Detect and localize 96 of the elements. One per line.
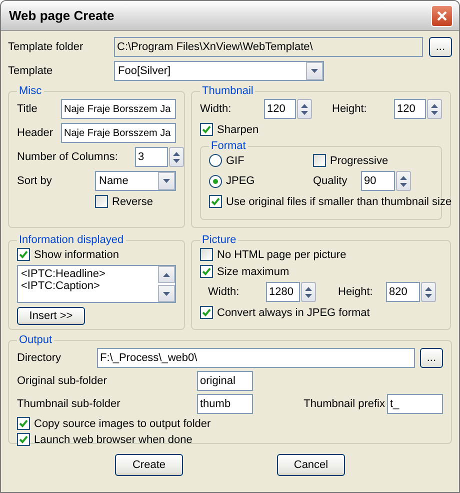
group-title: Information displayed: [18, 234, 125, 246]
down-arrow-icon: [431, 110, 438, 114]
list-item[interactable]: <IPTC:Caption>: [21, 280, 106, 292]
checkbox-label: Use original files if smaller than thumbnail size: [226, 196, 452, 208]
input-field[interactable]: F:\_Process\_web0\: [97, 348, 415, 368]
spin-button[interactable]: [396, 171, 411, 191]
field-label: Header: [17, 127, 54, 139]
dropdown-button[interactable]: [306, 62, 323, 80]
field-label: Sort by: [17, 175, 53, 187]
checkbox[interactable]: [17, 248, 30, 261]
down-arrow-icon: [425, 294, 432, 298]
field-label: Title: [17, 103, 38, 115]
field-label: Width:: [208, 286, 240, 298]
list-item[interactable]: <IPTC:Headline>: [21, 268, 106, 280]
group-title: Misc: [18, 85, 43, 97]
up-arrow-icon: [301, 104, 308, 108]
input-field[interactable]: t_: [387, 394, 443, 414]
checkbox-label: No HTML page per picture: [217, 248, 346, 260]
input-field[interactable]: 820: [386, 282, 420, 302]
close-button[interactable]: [431, 4, 453, 26]
input-field[interactable]: Naje Fraje Borsszem Ja: [61, 123, 176, 143]
input-field[interactable]: 3: [135, 147, 168, 167]
down-arrow-icon: [400, 182, 407, 186]
up-arrow-icon: [425, 286, 432, 290]
create-button[interactable]: Create: [115, 454, 183, 476]
group-title: Thumbnail: [201, 85, 254, 97]
sort-dropdown[interactable]: Name: [95, 171, 176, 191]
field-label: Height:: [338, 286, 374, 298]
spin-button[interactable]: [169, 147, 184, 167]
field-label: Thumbnail prefix: [304, 398, 385, 410]
cancel-button[interactable]: Cancel: [277, 454, 345, 476]
field-label: Template: [8, 65, 54, 77]
checkbox[interactable]: [17, 433, 30, 446]
window-title: Web page Create: [9, 8, 114, 23]
input-field[interactable]: thumb: [197, 394, 253, 414]
browse-button[interactable]: ...: [420, 348, 443, 368]
checkbox-label: Show information: [34, 248, 119, 260]
down-arrow-icon: [305, 294, 312, 298]
field-label: Directory: [17, 352, 62, 364]
down-arrow-icon: [173, 158, 180, 162]
checkbox-label: Sharpen: [217, 124, 259, 136]
input-field[interactable]: 90: [361, 171, 395, 191]
group-title: Picture: [201, 234, 238, 246]
checkbox-label: Copy source images to output folder: [34, 418, 211, 430]
checkbox-label: Progressive: [330, 154, 388, 166]
radio-button[interactable]: [209, 174, 222, 188]
input-field[interactable]: 1280: [266, 282, 300, 302]
field-label: Number of Columns:: [17, 151, 119, 163]
up-arrow-icon: [305, 286, 312, 290]
up-arrow-icon: [173, 152, 180, 156]
spin-button[interactable]: [421, 282, 436, 302]
dropdown-button[interactable]: [158, 172, 175, 190]
close-icon: [436, 10, 448, 22]
radio-button[interactable]: [209, 154, 222, 167]
browse-button[interactable]: ...: [428, 37, 452, 57]
checkbox[interactable]: [200, 306, 213, 319]
up-arrow-icon: [163, 272, 170, 276]
down-arrow-icon: [301, 110, 308, 114]
insert-button[interactable]: Insert >>: [17, 307, 85, 325]
down-arrow-icon: [311, 69, 318, 73]
field-label: Original sub-folder: [17, 375, 108, 387]
checkbox[interactable]: [17, 417, 30, 430]
checkbox-label: Convert always in JPEG format: [217, 306, 370, 318]
spin-button[interactable]: [301, 282, 316, 302]
checkbox[interactable]: [200, 265, 213, 278]
checkbox[interactable]: [209, 195, 222, 208]
input-field[interactable]: 120: [394, 99, 426, 119]
field-label: Thumbnail sub-folder: [17, 398, 122, 410]
input-field[interactable]: original: [197, 371, 253, 391]
up-arrow-icon: [400, 176, 407, 180]
down-arrow-icon: [163, 292, 170, 296]
field-label: JPEG: [226, 175, 255, 187]
scroll-up-button[interactable]: [158, 266, 175, 283]
up-arrow-icon: [431, 104, 438, 108]
input-field[interactable]: Naje Fraje Borsszem Ja: [61, 99, 176, 119]
field-label: Template folder: [8, 41, 84, 53]
input-field[interactable]: 120: [264, 99, 296, 119]
down-arrow-icon: [163, 179, 170, 183]
checkbox-label: Reverse: [112, 196, 153, 208]
scroll-down-button[interactable]: [158, 285, 175, 302]
checkbox-label: Launch web browser when done: [34, 434, 192, 446]
group-title: Format: [210, 140, 247, 152]
field-label: Quality: [313, 175, 348, 187]
field-label: Width:: [200, 103, 232, 115]
spin-button[interactable]: [297, 99, 312, 119]
field-label: Height:: [332, 103, 368, 115]
checkbox-label: Size maximum: [217, 266, 290, 278]
list-box[interactable]: <IPTC:Headline> <IPTC:Caption>: [17, 265, 176, 303]
field-label: GIF: [226, 154, 244, 166]
checkbox[interactable]: [95, 195, 108, 208]
group-title: Output: [18, 334, 54, 346]
spin-button[interactable]: [427, 99, 442, 119]
checkbox[interactable]: [200, 123, 213, 136]
checkbox[interactable]: [200, 248, 213, 261]
template-dropdown[interactable]: Foo[Silver]: [114, 61, 324, 81]
checkbox[interactable]: [313, 154, 326, 167]
